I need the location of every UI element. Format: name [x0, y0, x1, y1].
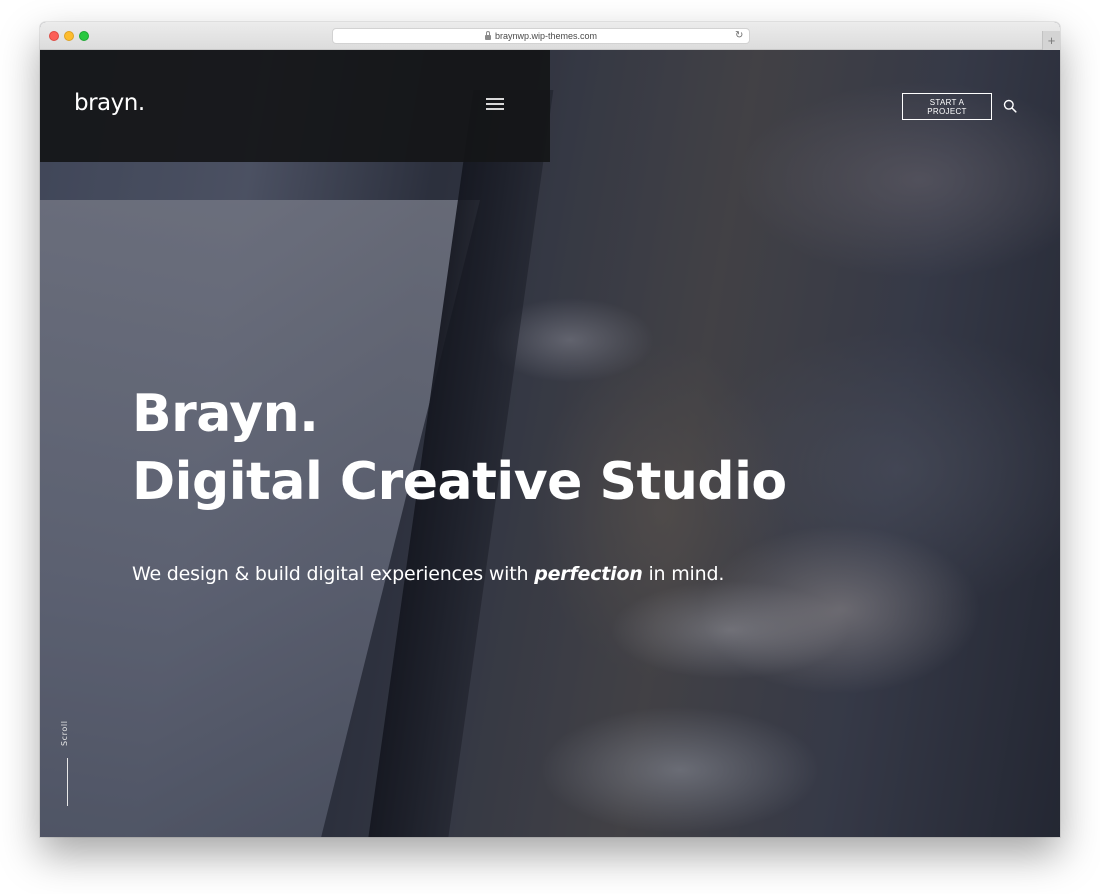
- plus-icon[interactable]: +: [1042, 31, 1060, 50]
- browser-titlebar: braynwp.wip-themes.com ↻ +: [40, 22, 1060, 50]
- hamburger-line: [486, 108, 504, 110]
- search-icon-svg: [1003, 99, 1017, 113]
- site-logo[interactable]: brayn.: [74, 90, 145, 116]
- hero-title-line-1: Brayn.: [132, 384, 319, 444]
- scroll-line: [67, 758, 68, 806]
- page-viewport: brayn. START A PROJECT Brayn. Digital Cr…: [40, 50, 1060, 837]
- start-project-button[interactable]: START A PROJECT: [902, 93, 992, 120]
- lock-icon: [484, 30, 491, 40]
- scroll-label: Scroll: [60, 720, 69, 746]
- hero-subtitle-start: We design & build digital experiences wi…: [132, 563, 535, 585]
- hamburger-line: [486, 98, 504, 100]
- address-bar-url: braynwp.wip-themes.com: [494, 31, 598, 41]
- hero-title-line-2: Digital Creative Studio: [132, 452, 787, 512]
- close-window-button[interactable]: [49, 31, 59, 41]
- screenshot-stage: braynwp.wip-themes.com ↻ + brayn. START …: [0, 0, 1100, 894]
- scroll-indicator[interactable]: Scroll: [60, 718, 76, 808]
- hero-title: Brayn. Digital Creative Studio: [132, 380, 787, 516]
- site-header-panel: brayn.: [40, 50, 550, 162]
- browser-window: braynwp.wip-themes.com ↻ + brayn. START …: [40, 22, 1060, 837]
- maximize-window-button[interactable]: [79, 31, 89, 41]
- reload-icon[interactable]: ↻: [735, 31, 745, 41]
- search-icon[interactable]: [1003, 99, 1017, 113]
- hero-subtitle: We design & build digital experiences wi…: [132, 563, 724, 585]
- minimize-window-button[interactable]: [64, 31, 74, 41]
- hero-subtitle-emphasis: perfection: [534, 563, 643, 585]
- hamburger-line: [486, 103, 504, 105]
- hamburger-icon[interactable]: [486, 98, 504, 110]
- hero-subtitle-end: in mind.: [642, 563, 725, 585]
- address-bar[interactable]: braynwp.wip-themes.com ↻: [332, 28, 750, 44]
